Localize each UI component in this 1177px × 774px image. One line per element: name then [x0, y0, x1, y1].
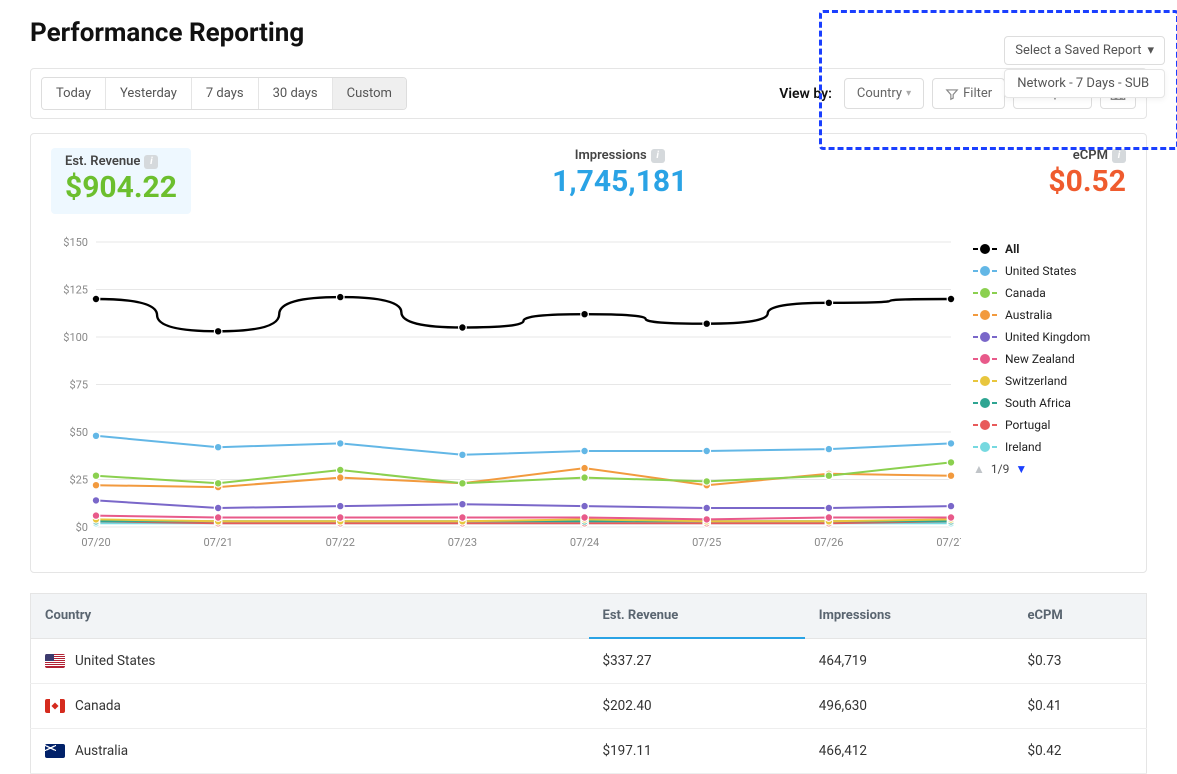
toolbar: TodayYesterday7 days30 daysCustom View b… [30, 68, 1147, 119]
legend-item[interactable]: New Zealand [973, 352, 1126, 366]
date-tab-custom[interactable]: Custom [333, 78, 406, 109]
svg-text:07/22: 07/22 [326, 536, 355, 549]
line-chart: $0 $25 $50 $75 $100 $125 $150 07/20 07/21 07/22 07… [51, 232, 961, 552]
chart-legend: All United States Canada Australia United Ki… [961, 232, 1126, 552]
legend-item[interactable]: All [973, 242, 1126, 256]
table-row[interactable]: Canada$202.40496,630$0.41 [31, 684, 1147, 729]
table-row[interactable]: Australia$197.11466,412$0.42 [31, 729, 1147, 774]
chevron-down-icon: ▾ [1147, 43, 1154, 58]
saved-report-dropdown[interactable]: Select a Saved Report ▾ [1004, 36, 1165, 65]
kpi-impressions-value: 1,745,181 [552, 165, 687, 198]
svg-text:07/21: 07/21 [204, 536, 233, 549]
saved-report-option[interactable]: Network - 7 Days - SUB [1004, 69, 1165, 98]
svg-text:$150: $150 [63, 236, 88, 249]
kpi-revenue[interactable]: Est. Revenuei $904.22 [51, 148, 191, 214]
viewby-label: View by: [779, 86, 832, 102]
legend-item[interactable]: Switzerland [973, 374, 1126, 388]
table-header[interactable]: Est. Revenue [589, 594, 805, 639]
svg-text:07/27: 07/27 [936, 536, 961, 549]
legend-item[interactable]: United Kingdom [973, 330, 1126, 344]
svg-text:$75: $75 [69, 379, 88, 392]
filter-icon [945, 87, 959, 101]
kpi-ecpm[interactable]: eCPMi $0.52 [1048, 148, 1126, 198]
date-tab-7days[interactable]: 7 days [192, 78, 259, 109]
filter-label: Filter [963, 86, 992, 101]
svg-text:07/23: 07/23 [448, 536, 477, 549]
info-icon: i [144, 155, 158, 169]
kpi-card: Est. Revenuei $904.22 Impressionsi 1,745… [30, 133, 1147, 573]
info-icon: i [1112, 149, 1126, 163]
legend-next-icon[interactable]: ▼ [1015, 462, 1027, 476]
legend-page: 1/9 [991, 462, 1009, 476]
flag-icon [45, 744, 65, 758]
legend-item[interactable]: United States [973, 264, 1126, 278]
kpi-ecpm-value: $0.52 [1048, 165, 1126, 198]
table-header[interactable]: Impressions [805, 594, 1014, 639]
table-row[interactable]: United States$337.27464,719$0.73 [31, 638, 1147, 684]
svg-text:07/20: 07/20 [81, 536, 110, 549]
date-tab-today[interactable]: Today [42, 78, 106, 109]
filter-button[interactable]: Filter [932, 78, 1005, 109]
table-header[interactable]: eCPM [1014, 594, 1147, 639]
svg-text:$0: $0 [76, 521, 88, 534]
legend-item[interactable]: Ireland [973, 440, 1126, 454]
chevron-down-icon: ▾ [906, 88, 911, 99]
date-range-tabs: TodayYesterday7 days30 daysCustom [41, 77, 407, 110]
viewby-value: Country [857, 86, 902, 101]
viewby-dropdown[interactable]: Country ▾ [844, 78, 924, 109]
page-title: Performance Reporting [30, 18, 1147, 48]
svg-text:07/25: 07/25 [692, 536, 721, 549]
date-tab-yesterday[interactable]: Yesterday [106, 78, 192, 109]
svg-text:$50: $50 [69, 426, 88, 439]
legend-item[interactable]: Canada [973, 286, 1126, 300]
saved-report-label: Select a Saved Report [1015, 43, 1141, 58]
legend-item[interactable]: Portugal [973, 418, 1126, 432]
data-table: CountryEst. RevenueImpressionseCPM Unite… [30, 593, 1147, 774]
kpi-impressions[interactable]: Impressionsi 1,745,181 [552, 148, 687, 198]
svg-text:$125: $125 [63, 284, 88, 297]
info-icon: i [651, 149, 665, 163]
kpi-revenue-value: $904.22 [65, 171, 177, 204]
legend-item[interactable]: South Africa [973, 396, 1126, 410]
legend-item[interactable]: Australia [973, 308, 1126, 322]
flag-icon [45, 654, 65, 668]
table-header[interactable]: Country [31, 594, 589, 639]
svg-text:07/24: 07/24 [570, 536, 599, 549]
flag-icon [45, 699, 65, 713]
date-tab-30days[interactable]: 30 days [259, 78, 333, 109]
legend-prev-icon: ▲ [973, 462, 985, 476]
svg-text:$25: $25 [69, 474, 88, 487]
svg-text:07/26: 07/26 [814, 536, 843, 549]
svg-text:$100: $100 [63, 331, 88, 344]
